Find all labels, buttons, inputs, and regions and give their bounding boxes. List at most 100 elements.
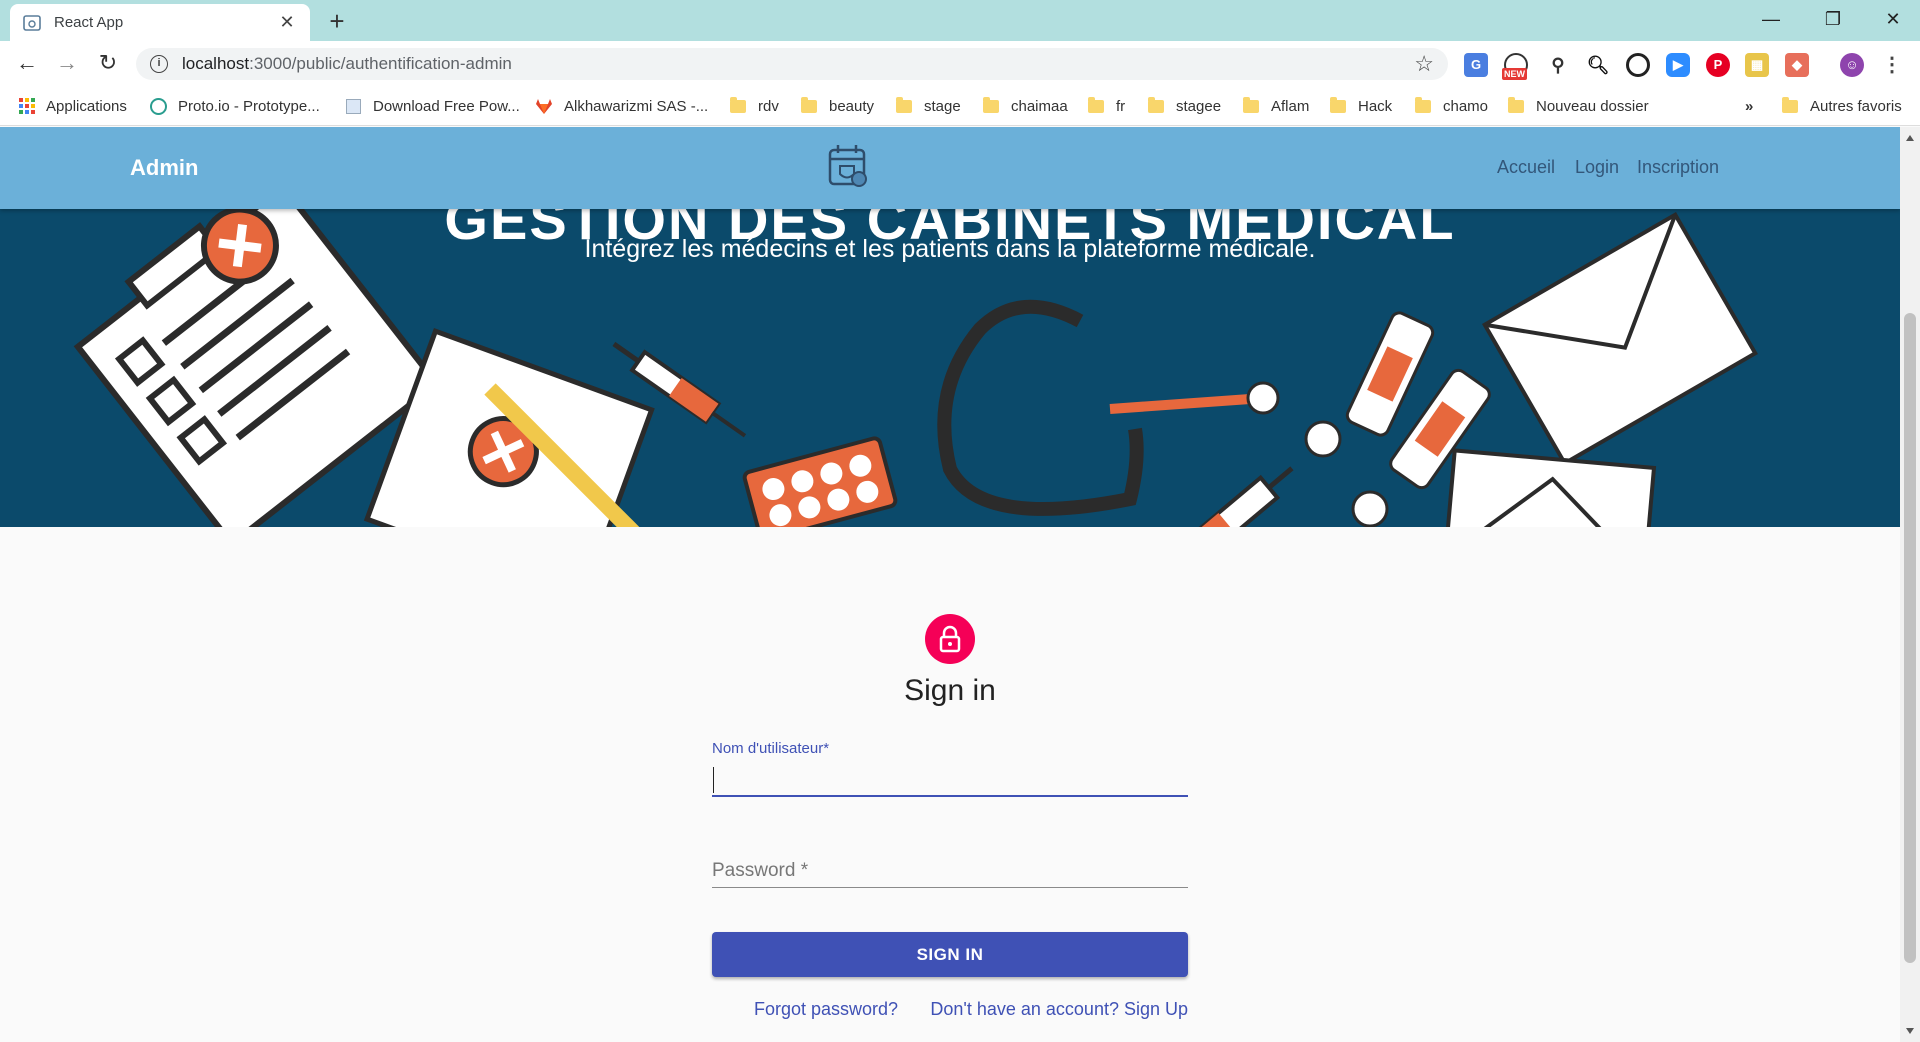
bookmark-label: stage: [924, 97, 961, 115]
bookmark-chaimaa[interactable]: chaimaa: [983, 96, 1068, 116]
sign-up-link[interactable]: Don't have an account? Sign Up: [930, 999, 1188, 1020]
scrollbar-thumb[interactable]: [1904, 313, 1916, 963]
bookmark-label: Download Free Pow...: [373, 97, 520, 115]
bookmark-label: Hack: [1358, 97, 1393, 115]
bookmark-aflam[interactable]: Aflam: [1243, 96, 1309, 116]
nav-link-login[interactable]: Login: [1575, 157, 1619, 178]
url-host: localhost: [182, 54, 250, 73]
tab-strip: React App ✕ + — ❐ ✕: [0, 0, 1920, 41]
bookmark-other-favorites[interactable]: Autres favoris: [1782, 96, 1902, 116]
bookmark-label: Alkhawarizmi SAS -...: [564, 97, 709, 115]
restore-window-icon[interactable]: ❐: [1810, 0, 1856, 41]
app-bar: Admin Accueil Login Inscription: [0, 127, 1900, 209]
pinterest-extension-icon[interactable]: P: [1706, 53, 1730, 77]
bookmark-download[interactable]: Download Free Pow...: [346, 96, 520, 116]
bookmark-label: fr: [1116, 97, 1126, 115]
lock-icon: [939, 625, 961, 653]
lock-avatar: [925, 614, 975, 664]
close-window-icon[interactable]: ✕: [1870, 0, 1916, 41]
bookmark-proto[interactable]: Proto.io - Prototype...: [150, 96, 320, 116]
profile-avatar[interactable]: ☺: [1840, 53, 1864, 77]
folder-icon: [1243, 96, 1259, 113]
folder-icon: [801, 96, 817, 113]
bookmarks-overflow-button[interactable]: »: [1745, 96, 1753, 116]
back-arrow-icon[interactable]: ←: [12, 49, 42, 79]
bookmark-rdv[interactable]: rdv: [730, 96, 779, 116]
username-input[interactable]: [712, 763, 1188, 797]
cube-extension-icon[interactable]: ◆: [1785, 53, 1809, 77]
tab-title: React App: [54, 14, 124, 31]
loop-extension-icon[interactable]: [1626, 53, 1650, 77]
app-brand[interactable]: Admin: [130, 155, 198, 181]
bookmark-label: Aflam: [1271, 97, 1310, 115]
hero-subtitle: Intégrez les médecins et les patients da…: [584, 235, 1316, 263]
eyedropper-extension-icon[interactable]: ⚲: [1546, 53, 1570, 77]
bookmark-label: chamo: [1443, 97, 1489, 115]
pill-pack-illustration: [742, 436, 898, 527]
apps-grid-icon: [19, 98, 35, 114]
site-info-icon[interactable]: i: [150, 55, 168, 73]
bookmark-label: beauty: [829, 97, 875, 115]
folder-icon: [896, 96, 912, 113]
url-path: :3000/public/authentification-admin: [249, 54, 512, 73]
browser-toolbar: ← → ↻ i localhost:3000/public/authentifi…: [0, 41, 1920, 86]
gitlab-icon: [536, 98, 552, 114]
page-scrollbar[interactable]: [1900, 127, 1920, 1042]
sign-in-heading: Sign in: [904, 674, 996, 707]
folder-icon: [1415, 96, 1431, 113]
bookmark-beauty[interactable]: beauty: [801, 96, 874, 116]
minimize-window-icon[interactable]: —: [1748, 0, 1794, 41]
bookmarks-bar: Applications Proto.io - Prototype... Dow…: [0, 86, 1920, 126]
bookmark-label: chaimaa: [1011, 97, 1068, 115]
folder-icon: [1782, 96, 1798, 113]
bookmark-label: stagee: [1176, 97, 1222, 115]
hero-banner: GESTION DES CABINETS MEDICAL Intégrez le…: [0, 209, 1900, 527]
forward-arrow-icon[interactable]: →: [52, 49, 82, 79]
page-viewport: Admin Accueil Login Inscription GESTION …: [0, 127, 1900, 1042]
password-input[interactable]: [712, 854, 1188, 888]
bookmark-applications[interactable]: Applications: [18, 96, 127, 116]
bookmark-label: Applications: [46, 97, 127, 115]
grid-extension-icon[interactable]: ▦: [1745, 53, 1769, 77]
bookmark-stage[interactable]: stage: [896, 96, 961, 116]
new-tab-button[interactable]: +: [322, 7, 352, 37]
bookmark-label: Nouveau dossier: [1536, 97, 1649, 115]
proto-icon: [150, 97, 167, 115]
username-label-text: Nom d'utilisateur: [712, 740, 824, 757]
nav-link-inscription[interactable]: Inscription: [1637, 157, 1719, 178]
address-bar[interactable]: i localhost:3000/public/authentification…: [136, 48, 1448, 80]
bookmark-nouveau-dossier[interactable]: Nouveau dossier: [1508, 96, 1649, 116]
medical-calendar-logo-icon: [828, 145, 867, 187]
text-caret: [713, 767, 714, 793]
folder-icon: [1148, 96, 1164, 113]
close-tab-icon[interactable]: ✕: [276, 12, 298, 33]
folder-icon: [1330, 96, 1346, 113]
folder-icon: [1088, 96, 1104, 113]
bookmark-hack[interactable]: Hack: [1330, 96, 1392, 116]
folder-icon: [1508, 96, 1524, 113]
new-extension-icon[interactable]: NEW: [1502, 53, 1528, 80]
bookmark-fr[interactable]: fr: [1088, 96, 1125, 116]
forgot-password-link[interactable]: Forgot password?: [754, 999, 898, 1020]
required-asterisk: *: [823, 740, 830, 757]
sign-in-button[interactable]: SIGN IN: [712, 932, 1188, 977]
page-icon: [346, 98, 361, 114]
translate-extension-icon[interactable]: G: [1464, 53, 1488, 77]
bookmark-chamo[interactable]: chamo: [1415, 96, 1488, 116]
zoom-extension-icon[interactable]: ▶: [1666, 53, 1690, 77]
username-label: Nom d'utilisateur*: [712, 740, 829, 757]
bookmark-alkhawarizmi[interactable]: Alkhawarizmi SAS -...: [535, 96, 708, 116]
scroll-up-arrow-icon[interactable]: [1906, 135, 1914, 141]
bookmark-star-icon[interactable]: ☆: [1414, 51, 1434, 77]
search-extension-icon[interactable]: 🔍︎: [1586, 53, 1610, 77]
reload-icon[interactable]: ↻: [93, 49, 123, 79]
react-favicon-icon: [23, 14, 41, 31]
folder-icon: [730, 96, 746, 113]
browser-tab[interactable]: React App ✕: [10, 4, 310, 41]
stethoscope-illustration: [937, 299, 1144, 516]
menu-dots-icon[interactable]: ⋮: [1880, 53, 1904, 77]
nav-link-accueil[interactable]: Accueil: [1497, 157, 1555, 178]
bookmark-stagee[interactable]: stagee: [1148, 96, 1221, 116]
bookmark-label: Autres favoris: [1810, 97, 1902, 115]
scroll-down-arrow-icon[interactable]: [1906, 1028, 1914, 1034]
